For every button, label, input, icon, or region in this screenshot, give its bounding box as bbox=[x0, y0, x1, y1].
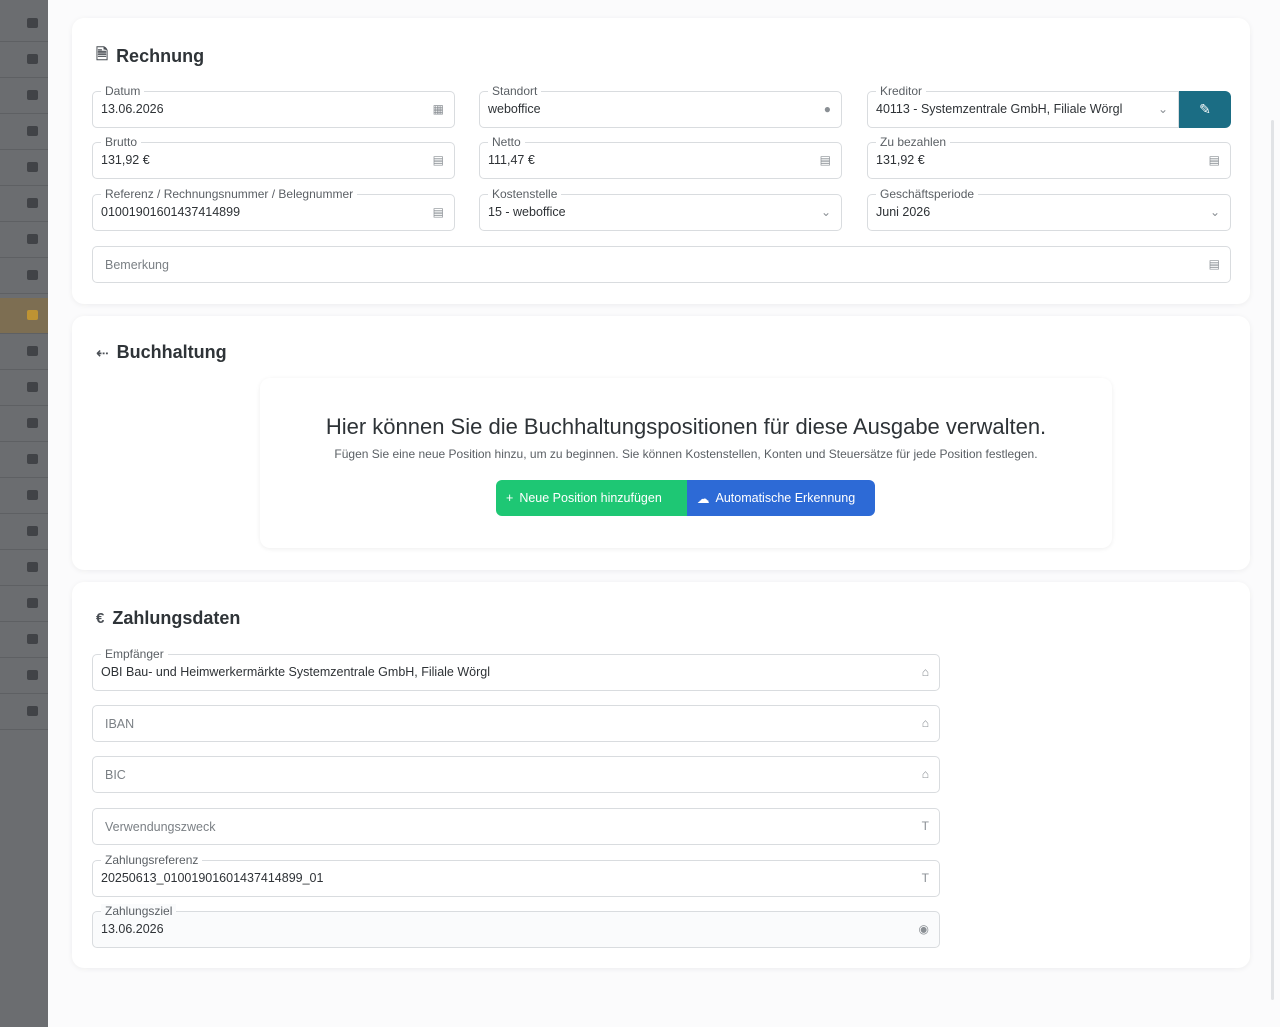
buchhaltung-title: ⇠ Buchhaltung bbox=[96, 342, 227, 362]
rechnung-card: 🗎 Rechnung Datum 13.06.2026 ▦ Standort w… bbox=[72, 18, 1250, 304]
nav-item-12[interactable] bbox=[0, 406, 48, 442]
bank-icon: ⌂ bbox=[921, 767, 929, 781]
nav-icon bbox=[27, 90, 38, 100]
nav-item-8[interactable] bbox=[0, 258, 48, 294]
nav-item-active[interactable] bbox=[0, 298, 48, 334]
nav-icon bbox=[27, 490, 38, 500]
nav-item-18[interactable] bbox=[0, 622, 48, 658]
nav-icon bbox=[27, 310, 38, 320]
money-icon: ▤ bbox=[1208, 153, 1220, 167]
side-nav-rail bbox=[0, 0, 48, 1027]
zu-bezahlen-field[interactable]: Zu bezahlen 131,92 € ▤ bbox=[867, 135, 1231, 179]
nav-icon bbox=[27, 598, 38, 608]
clock-icon: ◉ bbox=[918, 922, 929, 936]
nav-item-14[interactable] bbox=[0, 478, 48, 514]
nav-icon bbox=[27, 346, 38, 356]
chevron-down-icon[interactable]: ⌄ bbox=[821, 205, 831, 219]
empty-state-heading: Hier können Sie die Buchhaltungsposition… bbox=[325, 414, 1047, 439]
arrows-left-right-icon: ⇠ bbox=[96, 344, 109, 362]
nav-icon bbox=[27, 234, 38, 244]
datum-field[interactable]: Datum 13.06.2026 ▦ bbox=[92, 84, 455, 128]
standort-field[interactable]: Standort weboffice ● bbox=[479, 84, 842, 128]
euro-icon: € bbox=[96, 610, 105, 627]
comment-icon: ▤ bbox=[1208, 257, 1220, 271]
nav-item-7[interactable] bbox=[0, 222, 48, 258]
nav-item-1[interactable] bbox=[0, 6, 48, 42]
nav-icon bbox=[27, 706, 38, 716]
nav-item-15[interactable] bbox=[0, 514, 48, 550]
nav-item-2[interactable] bbox=[0, 42, 48, 78]
bemerkung-field[interactable]: Bemerkung ▤ bbox=[92, 246, 1231, 283]
nav-icon bbox=[27, 418, 38, 428]
nav-item-10[interactable] bbox=[0, 334, 48, 370]
plus-icon: + bbox=[506, 491, 514, 505]
main-content: 🗎 Rechnung Datum 13.06.2026 ▦ Standort w… bbox=[48, 0, 1280, 1027]
geschaeftsperiode-select[interactable]: Geschäftsperiode Juni 2026 ⌄ bbox=[867, 187, 1231, 231]
bank-icon: ⌂ bbox=[921, 716, 929, 730]
nav-item-5[interactable] bbox=[0, 150, 48, 186]
zahlungsdaten-title: € Zahlungsdaten bbox=[96, 608, 241, 628]
chevron-down-icon[interactable]: ⌄ bbox=[1158, 102, 1168, 116]
nav-item-4[interactable] bbox=[0, 114, 48, 150]
netto-field[interactable]: Netto 111,47 € ▤ bbox=[479, 135, 842, 179]
buchhaltung-empty-state: Hier können Sie die Buchhaltungsposition… bbox=[260, 378, 1112, 548]
nav-icon bbox=[27, 18, 38, 28]
nav-icon bbox=[27, 126, 38, 136]
nav-icon bbox=[27, 454, 38, 464]
pencil-icon: ✎ bbox=[1199, 101, 1211, 117]
chevron-down-icon[interactable]: ⌄ bbox=[1210, 205, 1220, 219]
nav-icon bbox=[27, 526, 38, 536]
kostenstelle-select[interactable]: Kostenstelle 15 - weboffice ⌄ bbox=[479, 187, 842, 231]
kreditor-select[interactable]: Kreditor 40113 - Systemzentrale GmbH, Fi… bbox=[867, 84, 1179, 128]
money-icon: ▤ bbox=[819, 153, 831, 167]
action-buttons: + Neue Position hinzufügen ☁ Automatisch… bbox=[496, 480, 875, 516]
nav-item-20[interactable] bbox=[0, 694, 48, 730]
buchhaltung-card: ⇠ Buchhaltung Hier können Sie die Buchha… bbox=[72, 316, 1250, 570]
magic-icon: ☁ bbox=[697, 491, 710, 506]
pin-icon: ● bbox=[823, 102, 831, 116]
nav-icon bbox=[27, 562, 38, 572]
money-icon: ▤ bbox=[432, 205, 444, 219]
nav-icon bbox=[27, 382, 38, 392]
zahlungsdaten-card: € Zahlungsdaten Empfänger OBI Bau- und H… bbox=[72, 582, 1250, 968]
nav-item-19[interactable] bbox=[0, 658, 48, 694]
nav-item-13[interactable] bbox=[0, 442, 48, 478]
verwendungszweck-field[interactable]: Verwendungszweck T bbox=[92, 808, 940, 845]
nav-item-3[interactable] bbox=[0, 78, 48, 114]
nav-item-6[interactable] bbox=[0, 186, 48, 222]
zahlungsziel-field[interactable]: Zahlungsziel 13.06.2026 ◉ bbox=[92, 904, 940, 948]
nav-item-11[interactable] bbox=[0, 370, 48, 406]
brutto-field[interactable]: Brutto 131,92 € ▤ bbox=[92, 135, 455, 179]
zahlungsreferenz-field[interactable]: Zahlungsreferenz 20250613_01001901601437… bbox=[92, 853, 940, 897]
bank-icon: ⌂ bbox=[921, 665, 929, 679]
empty-state-subtext: Fügen Sie eine neue Position hinzu, um z… bbox=[334, 447, 1038, 461]
money-icon: ▤ bbox=[432, 153, 444, 167]
referenz-field[interactable]: Referenz / Rechnungsnummer / Belegnummer… bbox=[92, 187, 455, 231]
calendar-icon[interactable]: ▦ bbox=[433, 102, 444, 116]
auto-detect-button[interactable]: ☁ Automatische Erkennung bbox=[687, 480, 875, 516]
nav-icon bbox=[27, 198, 38, 208]
bic-field[interactable]: BIC ⌂ bbox=[92, 756, 940, 793]
edit-kreditor-button[interactable]: ✎ bbox=[1179, 91, 1231, 128]
nav-icon bbox=[27, 54, 38, 64]
text-icon: T bbox=[921, 871, 929, 885]
empfaenger-field[interactable]: Empfänger OBI Bau- und Heimwerkermärkte … bbox=[92, 647, 940, 691]
nav-icon bbox=[27, 670, 38, 680]
text-icon: T bbox=[921, 819, 929, 833]
nav-icon bbox=[27, 162, 38, 172]
nav-item-17[interactable] bbox=[0, 586, 48, 622]
nav-icon bbox=[27, 270, 38, 280]
add-position-button[interactable]: + Neue Position hinzufügen bbox=[496, 480, 687, 516]
nav-icon bbox=[27, 634, 38, 644]
iban-field[interactable]: IBAN ⌂ bbox=[92, 705, 940, 742]
nav-item-16[interactable] bbox=[0, 550, 48, 586]
rechnung-title: 🗎 Rechnung bbox=[96, 44, 204, 69]
document-icon: 🗎 bbox=[96, 46, 109, 63]
scrollbar[interactable] bbox=[1271, 120, 1274, 1000]
